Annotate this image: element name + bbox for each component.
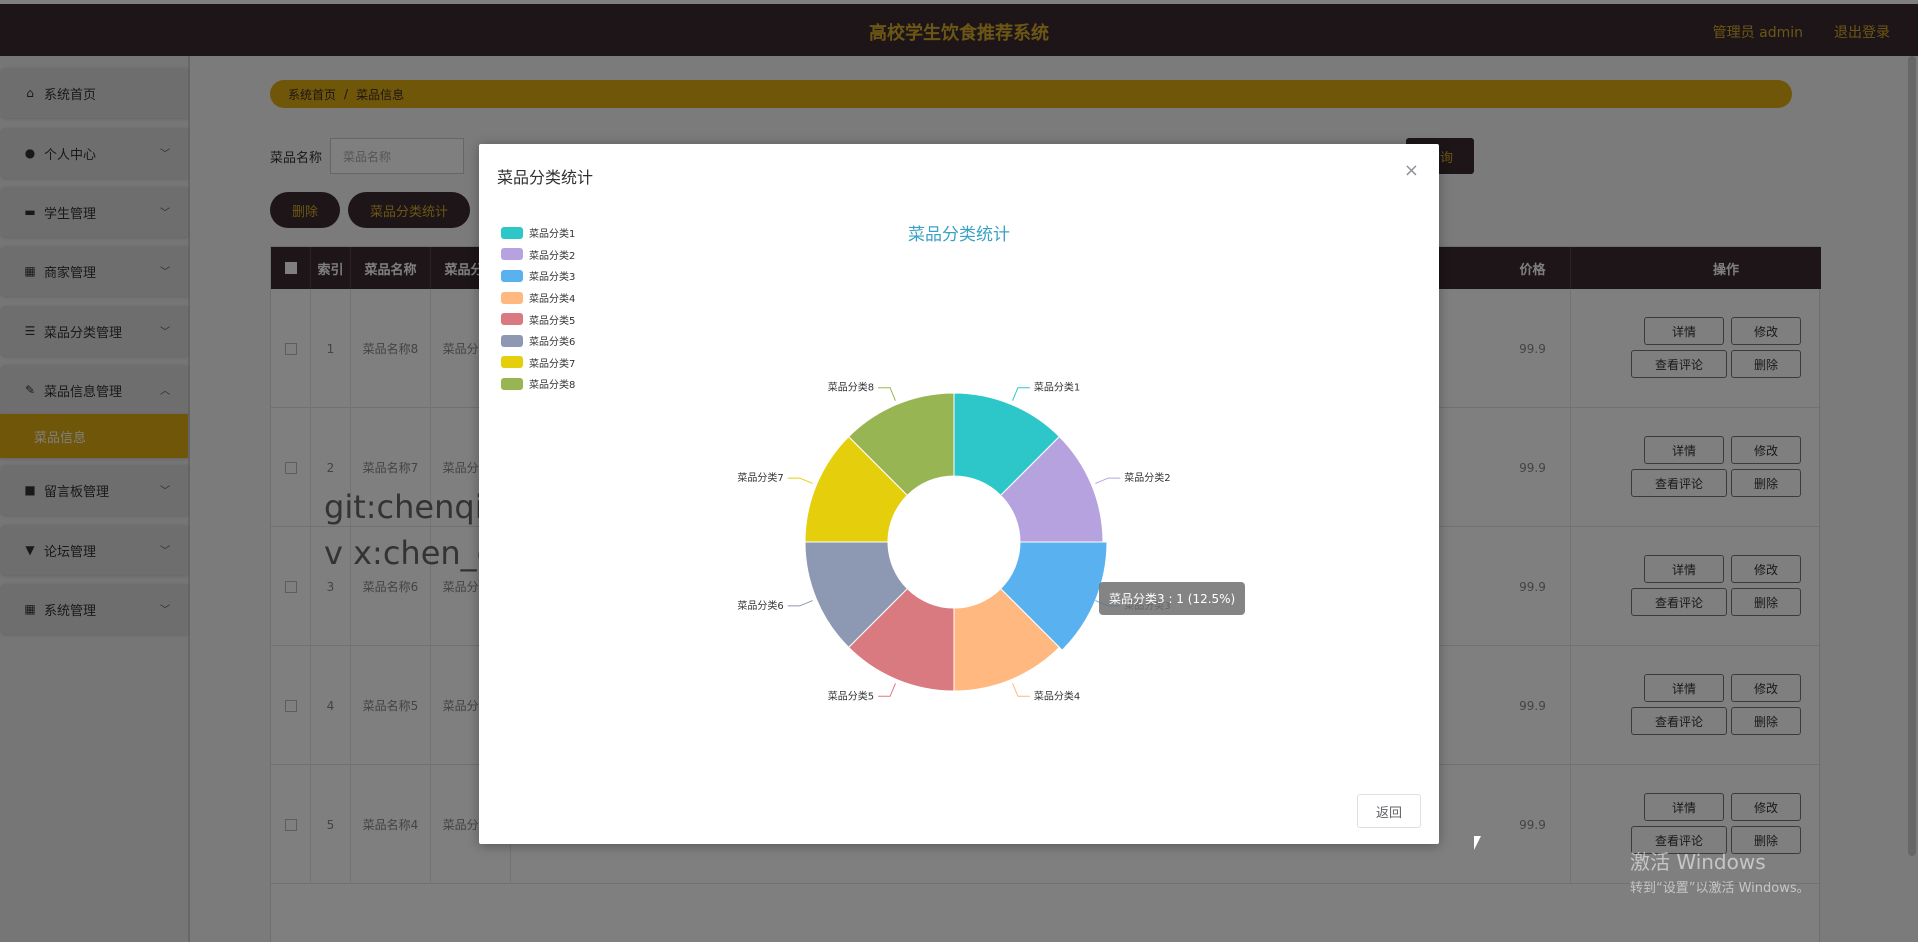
chart-legend: 菜品分类1 菜品分类2 菜品分类3 菜品分类4 菜品分类5 菜品分类6 菜品分类7 菜品分类8	[501, 222, 575, 395]
back-button[interactable]: 返回	[1357, 794, 1421, 828]
legend-swatch	[501, 226, 523, 239]
legend-label: 菜品分类2	[529, 250, 576, 262]
windows-activation: 激活 Windows 转到“设置”以激活 Windows。	[1630, 846, 1810, 896]
legend-swatch	[501, 248, 523, 261]
legend-label: 菜品分类1	[529, 229, 576, 241]
legend-item[interactable]: 菜品分类7	[501, 352, 575, 374]
legend-item[interactable]: 菜品分类5	[501, 308, 575, 330]
legend-swatch	[501, 269, 523, 282]
windows-activation-hint: 转到“设置”以激活 Windows。	[1630, 881, 1810, 896]
legend-label: 菜品分类7	[529, 358, 576, 370]
slice-leader-line	[1095, 477, 1121, 484]
legend-swatch	[501, 291, 523, 304]
legend-label: 菜品分类8	[529, 380, 576, 392]
slice-label: 菜品分类7	[737, 471, 783, 484]
slice-label: 菜品分类4	[1034, 689, 1080, 702]
legend-label: 菜品分类5	[529, 315, 576, 327]
windows-activation-title: 激活 Windows	[1630, 850, 1766, 874]
legend-swatch	[501, 334, 523, 347]
slice-label: 菜品分类2	[1124, 471, 1170, 484]
legend-swatch	[501, 313, 523, 326]
slice-label: 菜品分类6	[737, 599, 783, 612]
legend-item[interactable]: 菜品分类6	[501, 330, 575, 352]
slice-label: 菜品分类1	[1034, 381, 1080, 394]
legend-item[interactable]: 菜品分类4	[501, 287, 575, 309]
slice-leader-line	[1012, 387, 1030, 401]
legend-label: 菜品分类3	[529, 272, 576, 284]
slice-leader-line	[878, 683, 896, 697]
slice-leader-line	[787, 600, 813, 607]
legend-label: 菜品分类6	[529, 337, 576, 349]
legend-label: 菜品分类4	[529, 294, 576, 306]
slice-label: 菜品分类8	[828, 381, 874, 394]
slice-leader-line	[787, 477, 813, 484]
legend-swatch	[501, 356, 523, 369]
legend-item[interactable]: 菜品分类3	[501, 265, 575, 287]
legend-swatch	[501, 377, 523, 390]
slice-leader-line	[878, 387, 896, 401]
legend-item[interactable]: 菜品分类1	[501, 222, 575, 244]
slice-leader-line	[1012, 683, 1030, 697]
legend-item[interactable]: 菜品分类2	[501, 244, 575, 266]
mouse-cursor-icon	[1474, 836, 1481, 850]
chart-tooltip: 菜品分类3 : 1 (12.5%)	[1099, 582, 1246, 615]
category-stats-dialog: 菜品分类统计 × 菜品分类1菜品分类2菜品分类3菜品分类4菜品分类5菜品分类6菜…	[479, 144, 1439, 844]
legend-item[interactable]: 菜品分类8	[501, 373, 575, 395]
slice-label: 菜品分类5	[828, 689, 874, 702]
chart-title: 菜品分类统计	[908, 225, 1010, 245]
